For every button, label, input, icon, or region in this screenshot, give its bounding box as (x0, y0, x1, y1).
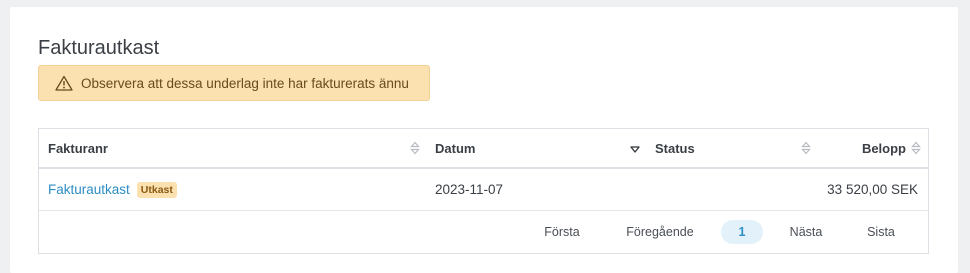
column-label: Status (655, 140, 695, 156)
table-row: Fakturautkast Utkast 2023-11-07 33 520,0… (39, 169, 928, 211)
invoice-table: Fakturanr Datum Status Belopp Fakturautk… (38, 128, 929, 254)
invoice-drafts-card: Fakturautkast Observera att dessa underl… (10, 7, 958, 273)
warning-alert: Observera att dessa underlag inte har fa… (38, 65, 430, 101)
status-badge: Utkast (136, 181, 177, 198)
column-header-fakturanr[interactable]: Fakturanr (48, 129, 108, 167)
pagination-next[interactable]: Nästa (781, 220, 831, 244)
invoice-link[interactable]: Fakturautkast (48, 182, 130, 197)
pagination-previous[interactable]: Föregående (617, 220, 703, 244)
sort-both-icon[interactable] (801, 140, 811, 156)
pagination: Första Föregående 1 Nästa Sista (39, 211, 928, 253)
column-label: Belopp (861, 140, 906, 156)
page-title: Fakturautkast (38, 37, 160, 59)
invoice-cell: Fakturautkast Utkast (48, 169, 177, 210)
sort-descending-icon[interactable] (630, 140, 640, 156)
column-label: Fakturanr (48, 140, 108, 156)
pagination-current-page[interactable]: 1 (721, 220, 763, 244)
date-cell: 2023-11-07 (435, 182, 504, 197)
column-header-datum[interactable]: Datum (435, 129, 475, 167)
column-header-status[interactable]: Status (655, 129, 695, 167)
column-header-belopp[interactable]: Belopp (862, 129, 906, 167)
sort-both-icon[interactable] (911, 140, 921, 156)
alert-text: Observera att dessa underlag inte har fa… (81, 75, 409, 91)
table-header: Fakturanr Datum Status Belopp (39, 129, 928, 169)
warning-triangle-icon (55, 75, 73, 91)
pagination-first[interactable]: Första (534, 220, 590, 244)
amount-cell: 33 520,00 SEK (827, 182, 918, 197)
pagination-last[interactable]: Sista (857, 220, 905, 244)
column-label: Datum (435, 140, 476, 156)
sort-both-icon[interactable] (410, 140, 420, 156)
